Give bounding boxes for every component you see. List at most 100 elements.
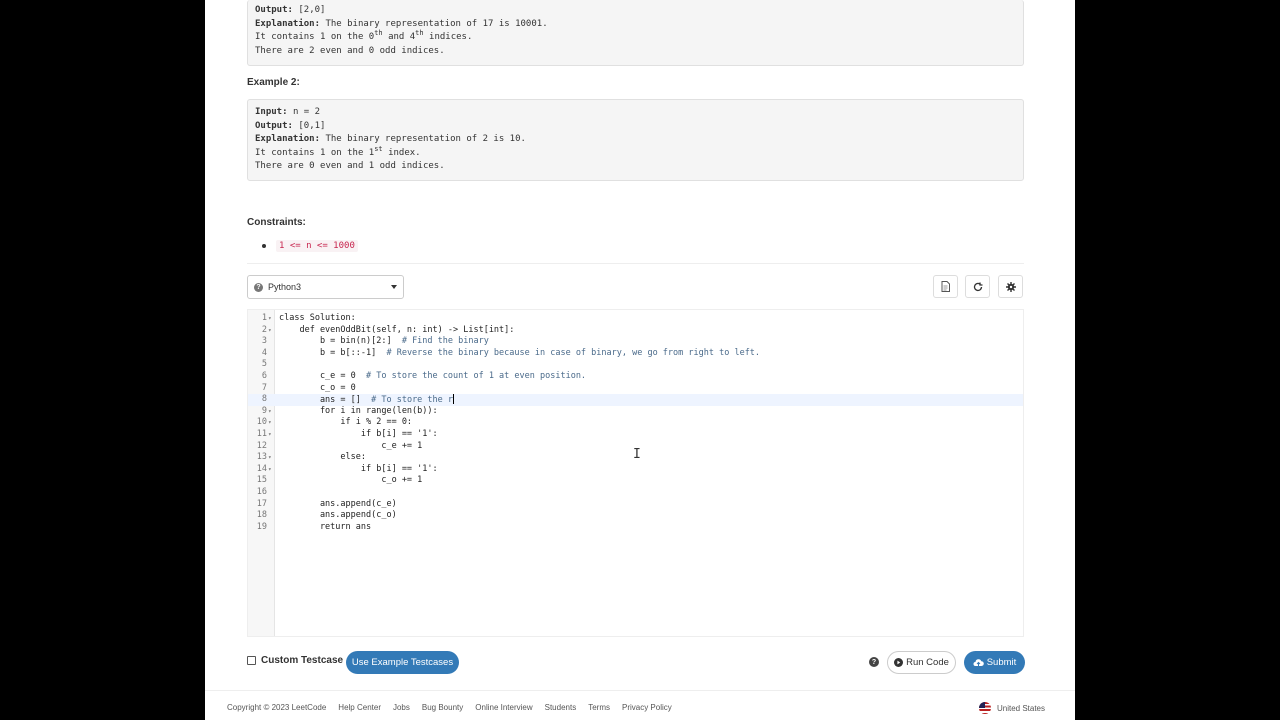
line-number: 18 [256,510,267,521]
code-line[interactable]: 1 ▾ class Solution: [248,313,1023,325]
output-label: Output: [255,120,293,131]
explanation-line-2: It contains 1 on the 1st index. [255,144,421,158]
submit-button[interactable]: Submit [964,651,1025,674]
line-number: 14 [256,463,267,474]
explanation-line-3: There are 0 even and 1 odd indices. [255,161,445,171]
code-line[interactable]: 17 ans.append(c_e) [248,499,1023,511]
code-line[interactable]: 16 [248,487,1023,499]
fold-arrow-icon[interactable]: ▾ [268,406,272,418]
line-number: 17 [256,498,267,509]
code-text: def evenOddBit(self, n: int) -> List[int… [279,324,515,335]
code-comment: # To store the r [371,395,454,406]
document-button[interactable] [933,275,958,298]
fold-arrow-icon[interactable]: ▾ [268,464,272,476]
footer-link-terms[interactable]: Terms [588,703,610,712]
footer: Copyright © 2023 LeetCode Help Center Jo… [205,690,1075,720]
checkbox[interactable] [247,656,256,665]
language-select[interactable]: ? Python3 [247,275,404,299]
code-line[interactable]: 18 ans.append(c_o) [248,510,1023,522]
output-value: [0,1] [298,120,326,131]
input-label: Input: [255,107,288,117]
code-comment: # Reverse the binary because in case of … [386,347,761,358]
custom-testcase-toggle[interactable]: Custom Testcase [247,655,343,666]
footer-link-students[interactable]: Students [545,703,577,712]
code-line[interactable]: 19 return ans [248,522,1023,534]
input-value: n = 2 [292,107,321,117]
fold-arrow-icon[interactable]: ▾ [268,417,272,429]
line-number: 6 [261,371,267,381]
line-number: 3 [261,336,267,347]
fold-arrow-icon[interactable]: ▾ [268,313,272,325]
code-line[interactable]: 2 ▾ def evenOddBit(self, n: int) -> List[… [248,325,1023,337]
run-code-button[interactable]: Run Code [887,651,956,674]
footer-link-online-interview[interactable]: Online Interview [475,703,532,712]
code-line[interactable]: 6 c_e = 0 # To store the count of 1 at e… [248,371,1023,383]
settings-icon [1005,281,1016,292]
code-text: b = bin(n)[2:] # Find the binary [279,336,489,347]
fold-arrow-icon[interactable]: ▾ [268,452,272,464]
code-text: c_o = 0 [279,382,356,393]
help-icon[interactable]: ? [869,657,879,667]
code-text: for i in range(len(b)): [279,405,438,416]
settings-button[interactable] [998,275,1023,298]
line-number: 12 [256,440,267,451]
example-2-block: Input: n = 2 Output: [0,1] Explanation: … [247,99,1024,181]
reset-button[interactable] [965,275,990,298]
line-number: 9 [261,405,267,416]
language-label: Python3 [268,282,302,292]
constraint-code: 1 <= n <= 1000 [276,240,358,252]
use-example-testcases-button[interactable]: Use Example Testcases [346,651,459,674]
refresh-icon [973,282,982,291]
custom-testcase-label: Custom Testcase [261,655,344,666]
line-number: 8 [261,394,267,405]
code-editor[interactable]: 1 ▾ class Solution: 2 ▾ def evenOddBit(self,… [247,309,1024,637]
line-number: 13 [256,452,267,463]
code-text: ans.append(c_o) [279,510,397,521]
us-flag-icon [978,702,991,714]
example-1-block: Output: [2,0] Explanation: The binary re… [247,0,1024,66]
output-label: Output: [255,5,293,15]
constraint-item: 1 <= n <= 1000 [262,240,358,252]
code-text: if b[i] == '1': [279,463,438,474]
code-text: class Solution: [279,313,356,323]
caret-down-icon [391,285,397,289]
line-number: 19 [256,521,267,532]
code-line[interactable]: 5 [248,359,1023,371]
submit-label: Submit [986,657,1017,668]
code-line[interactable]: 14 ▾ if b[i] == '1': [248,464,1023,476]
constraints-heading: Constraints: [247,217,306,228]
line-number: 11 [256,429,267,439]
code-line[interactable]: 3 b = bin(n)[2:] # Find the binary [248,336,1023,348]
country-label: United States [996,703,1045,713]
footer-links: Copyright © 2023 LeetCode Help Center Jo… [227,703,684,712]
code-line[interactable]: 7 c_o = 0 [248,383,1023,395]
code-line[interactable]: 8 ans = [] # To store the r [248,394,1023,406]
code-line[interactable]: 10 ▾ if i % 2 == 0: [248,417,1023,429]
footer-link-bug-bounty[interactable]: Bug Bounty [422,703,463,712]
document-icon [941,281,950,292]
fold-arrow-icon[interactable]: ▾ [268,325,272,337]
fold-arrow-icon[interactable]: ▾ [268,429,272,441]
footer-link-privacy-policy[interactable]: Privacy Policy [622,703,672,712]
line-number: 2 [261,324,267,335]
code-text: if i % 2 == 0: [279,417,413,428]
code-line[interactable]: 4 b = b[::-1] # Reverse the binary becau… [248,348,1023,360]
code-line[interactable]: 9 ▾ for i in range(len(b)): [248,406,1023,418]
explanation-text: The binary representation of 17 is 10001… [325,18,548,29]
example-2-heading: Example 2: [247,77,300,88]
code-text: return ans [279,521,372,532]
code-line[interactable]: 15 c_o += 1 [248,475,1023,487]
footer-link-help-center[interactable]: Help Center [338,703,381,712]
code-line[interactable]: 11 ▾ if b[i] == '1': [248,429,1023,441]
code-comment: # To store the count of 1 at even positi… [366,371,587,381]
code-text: b = b[::-1] # Reverse the binary because… [279,347,761,358]
run-code-label: Run Code [906,657,949,668]
footer-link-jobs[interactable]: Jobs [393,703,410,712]
code-text: ans.append(c_e) [279,498,397,509]
line-number: 15 [256,475,267,486]
text-caret [453,394,455,405]
problem-page: Output: [2,0] Explanation: The binary re… [205,0,1075,720]
output-value: [2,0] [298,5,326,15]
country-selector[interactable]: United States [978,702,1045,714]
bullet-icon [262,244,266,248]
